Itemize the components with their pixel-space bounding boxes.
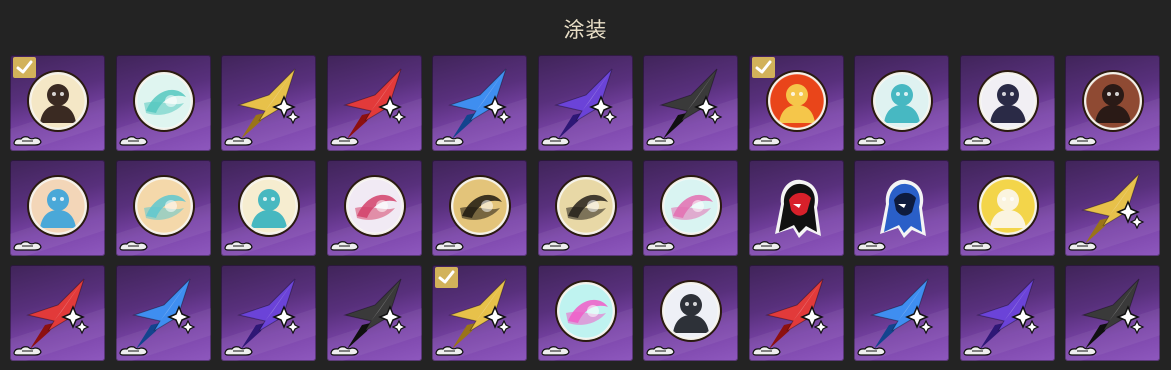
skin-card[interactable] [221,55,316,151]
car-type-icon [435,239,464,251]
skin-card[interactable] [854,55,949,151]
skin-card[interactable] [643,55,738,151]
skin-card[interactable] [326,55,422,151]
skin-card[interactable] [748,55,844,151]
car-type-icon [751,344,781,356]
car-type-icon [329,134,359,146]
skin-card[interactable] [432,160,527,256]
skin-card[interactable] [1065,265,1160,361]
car-type-icon [224,134,253,146]
skin-card[interactable] [537,265,633,361]
skin-card[interactable] [115,55,211,151]
car-type-icon [1068,344,1097,356]
car-type-icon [13,344,42,356]
car-type-icon [13,134,42,146]
car-type-icon [646,344,675,356]
skin-card[interactable] [1065,55,1160,151]
skin-card[interactable] [432,55,527,151]
car-type-icon [13,239,42,251]
car-type-icon [857,134,886,146]
car-type-icon [224,344,253,356]
car-type-icon [751,134,781,146]
skin-card[interactable] [537,160,633,256]
skin-card[interactable] [115,160,211,256]
car-type-icon [435,344,464,356]
skin-card[interactable] [854,265,949,361]
skin-card[interactable] [854,160,949,256]
car-type-icon [962,344,992,356]
car-type-icon [329,239,359,251]
car-type-icon [962,134,992,146]
skin-card[interactable] [10,55,105,151]
skin-card[interactable] [221,160,316,256]
car-type-icon [1068,239,1097,251]
car-type-icon [962,239,992,251]
car-type-icon [329,344,359,356]
car-type-icon [540,239,570,251]
car-type-icon [857,239,886,251]
skin-card[interactable] [432,265,527,361]
skin-card[interactable] [10,160,105,256]
check-icon [13,57,36,78]
check-icon [751,57,775,78]
skin-card[interactable] [643,265,738,361]
skin-card[interactable] [748,265,844,361]
skin-card[interactable] [643,160,738,256]
skin-card[interactable] [748,160,844,256]
car-type-icon [224,239,253,251]
skin-card[interactable] [115,265,211,361]
skin-card[interactable] [537,55,633,151]
page-title: 涂装 [563,18,608,42]
car-type-icon [540,134,570,146]
skin-card[interactable] [326,265,422,361]
skin-card[interactable] [1065,160,1160,256]
car-type-icon [646,134,675,146]
car-type-icon [646,239,675,251]
skin-card[interactable] [326,160,422,256]
skin-card[interactable] [959,160,1055,256]
skin-card[interactable] [10,265,105,361]
skin-grid [10,55,1160,367]
skin-card[interactable] [959,265,1055,361]
skin-card[interactable] [959,55,1055,151]
car-type-icon [118,134,148,146]
car-type-icon [118,344,148,356]
car-type-icon [1068,134,1097,146]
car-type-icon [751,239,781,251]
check-icon [435,267,458,288]
car-type-icon [118,239,148,251]
car-type-icon [540,344,570,356]
skin-card[interactable] [221,265,316,361]
car-type-icon [435,134,464,146]
car-type-icon [857,344,886,356]
